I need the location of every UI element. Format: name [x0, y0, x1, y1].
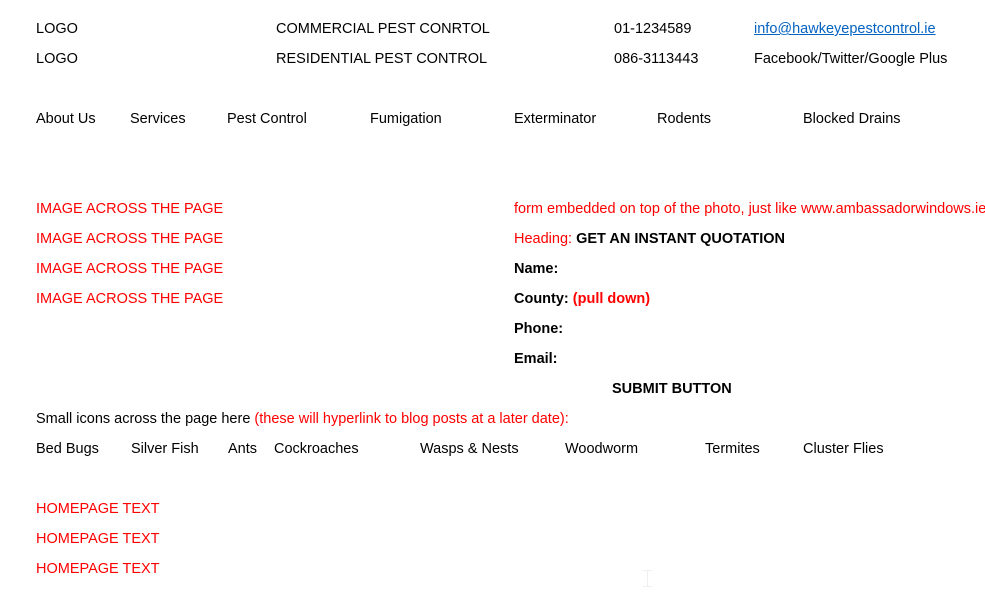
form-heading-row: Heading: GET AN INSTANT QUOTATION [514, 232, 785, 247]
nav-item-pest-control[interactable]: Pest Control [227, 112, 307, 127]
logo-primary-placeholder: LOGO [36, 21, 78, 37]
form-field-name-label: Name: [514, 261, 559, 277]
pest-link-bed-bugs[interactable]: Bed Bugs [36, 442, 99, 457]
segment-residential-label: RESIDENTIAL PEST CONTROL [276, 51, 488, 67]
text-cursor-icon [643, 570, 652, 587]
form-field-phone-label: Phone: [514, 321, 564, 337]
pest-link-termites[interactable]: Termites [705, 442, 760, 457]
nav-item-about-us[interactable]: About Us [36, 112, 96, 127]
nav-item-fumigation[interactable]: Fumigation [370, 112, 442, 127]
form-heading-value: GET AN INSTANT QUOTATION [576, 231, 785, 247]
form-field-email-label: Email: [514, 351, 558, 367]
pest-link-cockroaches[interactable]: Cockroaches [274, 442, 359, 457]
hero-image-placeholder-line: IMAGE ACROSS THE PAGE [36, 291, 224, 307]
pest-link-silver-fish[interactable]: Silver Fish [131, 442, 199, 457]
segment-commercial-label: COMMERCIAL PEST CONRTOL [276, 21, 490, 37]
submit-button-placeholder[interactable]: SUBMIT BUTTON [612, 382, 732, 397]
hero-image-placeholder-line: IMAGE ACROSS THE PAGE [36, 231, 224, 247]
pest-link-woodworm[interactable]: Woodworm [565, 442, 638, 457]
form-field-county[interactable]: County: (pull down) [514, 292, 650, 307]
hero-image-placeholder-line: IMAGE ACROSS THE PAGE [36, 261, 224, 277]
form-field-name[interactable]: Name: [514, 262, 558, 277]
homepage-text-line: HOMEPAGE TEXT [36, 531, 160, 547]
form-heading-label: Heading: [514, 231, 573, 247]
email-link[interactable]: info@hawkeyepestcontrol.ie [754, 22, 936, 37]
nav-item-rodents[interactable]: Rodents [657, 112, 711, 127]
nav-item-blocked-drains[interactable]: Blocked Drains [803, 112, 901, 127]
phone-landline: 01-1234589 [614, 21, 692, 37]
wireframe-page: LOGO LOGO COMMERCIAL PEST CONRTOL RESIDE… [0, 0, 985, 592]
logo-secondary-placeholder: LOGO [36, 51, 78, 67]
pest-icons-note: Small icons across the page here (these … [36, 412, 569, 427]
phone-mobile: 086-3113443 [614, 51, 699, 67]
pest-link-cluster-flies[interactable]: Cluster Flies [803, 442, 884, 457]
pest-icons-note-red: (these will hyperlink to blog posts at a… [254, 411, 569, 427]
nav-item-services[interactable]: Services [130, 112, 186, 127]
pest-link-ants[interactable]: Ants [228, 442, 257, 457]
pest-icons-note-black: Small icons across the page here [36, 411, 255, 427]
form-field-phone[interactable]: Phone: [514, 322, 563, 337]
hero-image-placeholder-line: IMAGE ACROSS THE PAGE [36, 201, 224, 217]
form-field-county-label: County: [514, 291, 569, 307]
social-links-label: Facebook/Twitter/Google Plus [754, 51, 948, 67]
form-field-email[interactable]: Email: [514, 352, 558, 367]
homepage-text-line: HOMEPAGE TEXT [36, 561, 160, 577]
homepage-text-line: HOMEPAGE TEXT [36, 501, 160, 517]
nav-item-exterminator[interactable]: Exterminator [514, 112, 596, 127]
form-field-county-annotation: (pull down) [572, 291, 651, 307]
pest-link-wasps-and-nests[interactable]: Wasps & Nests [420, 442, 519, 457]
form-placement-note: form embedded on top of the photo, just … [514, 201, 985, 217]
